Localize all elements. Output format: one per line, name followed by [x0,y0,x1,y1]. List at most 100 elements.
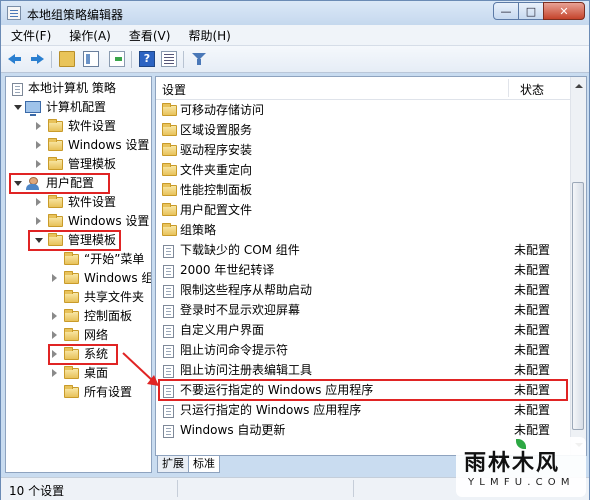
expanded-arrow-icon[interactable] [14,105,22,110]
properties-icon[interactable] [161,51,177,67]
setting-icon [163,285,174,298]
close-button[interactable]: ✕ [543,2,585,20]
policy-icon [12,83,23,96]
list-item[interactable]: 文件夹重定向 [156,161,572,180]
show-tree-icon[interactable] [83,51,99,67]
tree-item-windows-settings[interactable]: Windows 设置 [6,212,151,231]
tree-item-windows-components[interactable]: Windows 组件 [6,269,151,288]
collapsed-arrow-icon[interactable] [52,274,57,282]
menu-bar: 文件(F) 操作(A) 查看(V) 帮助(H) [1,25,589,46]
folder-icon [64,290,79,303]
tree-item-admin-templates[interactable]: 管理模板 [6,155,151,174]
list-item[interactable]: 阻止访问命令提示符 未配置 [156,341,572,360]
status-separator [353,480,354,497]
export-list-icon[interactable] [109,51,125,67]
menu-action[interactable]: 操作(A) [59,27,119,44]
collapsed-arrow-icon[interactable] [36,160,41,168]
collapsed-arrow-icon[interactable] [36,217,41,225]
vertical-scrollbar[interactable] [570,77,586,455]
collapsed-arrow-icon[interactable] [36,122,41,130]
folder-icon [162,103,177,116]
up-folder-icon[interactable] [59,51,75,67]
folder-icon [48,157,63,170]
folder-icon [64,252,79,265]
folder-icon [162,223,177,236]
tree-item-network[interactable]: 网络 [6,326,151,345]
folder-icon [64,328,79,341]
tree-item-software-settings[interactable]: 软件设置 [6,117,151,136]
minimize-button[interactable]: — [493,2,519,20]
list-item[interactable]: 性能控制面板 [156,181,572,200]
setting-count: 10 个设置 [9,484,65,498]
help-icon[interactable]: ? [139,51,155,67]
setting-icon [163,245,174,258]
folder-icon [48,138,63,151]
computer-icon [25,101,41,116]
list-item[interactable]: 区域设置服务 [156,121,572,140]
setting-icon [163,305,174,318]
tree-item-windows-settings[interactable]: Windows 设置 [6,136,151,155]
maximize-button[interactable]: □ [518,2,544,20]
highlight-user-config [9,173,110,194]
list-item[interactable]: 限制这些程序从帮助启动 未配置 [156,281,572,300]
highlight-admin-templates [28,230,121,251]
collapsed-arrow-icon[interactable] [52,331,57,339]
back-arrow-icon[interactable] [7,51,23,67]
tree-pane[interactable]: 本地计算机 策略 计算机配置 软件设置 Windows 设置 管理模板 用户配置 [5,76,152,473]
collapsed-arrow-icon[interactable] [52,312,57,320]
setting-icon [163,425,174,438]
filter-icon[interactable] [191,51,207,67]
folder-icon [162,203,177,216]
list-header: 设置 状态 [156,77,572,100]
column-header-state[interactable]: 状态 [520,81,544,98]
list-item[interactable]: 驱动程序安装 [156,141,572,160]
collapsed-arrow-icon[interactable] [36,141,41,149]
tree-item-computer-config[interactable]: 计算机配置 [6,98,151,117]
column-header-setting[interactable]: 设置 [162,81,186,98]
setting-icon [163,405,174,418]
list-item[interactable]: 组策略 [156,221,572,240]
setting-icon [163,365,174,378]
forward-arrow-icon[interactable] [29,51,45,67]
setting-icon [163,325,174,338]
window-controls: — □ ✕ [493,2,585,21]
list-item[interactable]: 用户配置文件 [156,201,572,220]
menu-help[interactable]: 帮助(H) [178,27,238,44]
folder-icon [48,214,63,227]
list-item[interactable]: 自定义用户界面 未配置 [156,321,572,340]
folder-icon [48,119,63,132]
toolbar-separator [51,51,52,68]
menu-file[interactable]: 文件(F) [1,27,59,44]
list-item[interactable]: 只运行指定的 Windows 应用程序 未配置 [156,401,572,420]
collapsed-arrow-icon[interactable] [52,369,57,377]
menu-view[interactable]: 查看(V) [119,27,179,44]
tab-extended[interactable]: 扩展 [157,456,189,473]
tab-standard[interactable]: 标准 [188,456,220,473]
folder-icon [162,163,177,176]
app-icon [7,6,21,20]
list-item[interactable]: 阻止访问注册表编辑工具 未配置 [156,361,572,380]
tree-item-software-settings[interactable]: 软件设置 [6,193,151,212]
list-item[interactable]: 登录时不显示欢迎屏幕 未配置 [156,301,572,320]
tree-item-control-panel[interactable]: 控制面板 [6,307,151,326]
tree-item-desktop[interactable]: 桌面 [6,364,151,383]
scroll-up-icon[interactable] [573,79,584,93]
scroll-thumb[interactable] [572,182,584,430]
settings-list-pane[interactable]: 设置 状态 可移动存储访问 区域设置服务 驱动程序安装 文件夹重定向 性能控制面… [155,76,587,456]
column-divider[interactable] [508,79,509,97]
view-tabs: 扩展 标准 [157,456,220,474]
toolbar: ? [1,46,589,73]
setting-icon [163,265,174,278]
title-bar: 本地组策略编辑器 — □ ✕ [1,1,589,25]
list-item[interactable]: 下载缺少的 COM 组件 未配置 [156,241,572,260]
list-item[interactable]: 2000 年世纪转译 未配置 [156,261,572,280]
tree-item-local-policy[interactable]: 本地计算机 策略 [6,79,151,98]
highlight-target-setting [158,379,568,401]
main-window: 本地组策略编辑器 — □ ✕ 文件(F) 操作(A) 查看(V) 帮助(H) ?… [0,0,590,500]
tree-item-start-menu[interactable]: “开始”菜单 [6,250,151,269]
toolbar-separator [183,51,184,68]
collapsed-arrow-icon[interactable] [36,198,41,206]
tree-item-shared-folders[interactable]: 共享文件夹 [6,288,151,307]
tree-item-all-settings[interactable]: 所有设置 [6,383,151,402]
list-item[interactable]: 可移动存储访问 [156,101,572,120]
